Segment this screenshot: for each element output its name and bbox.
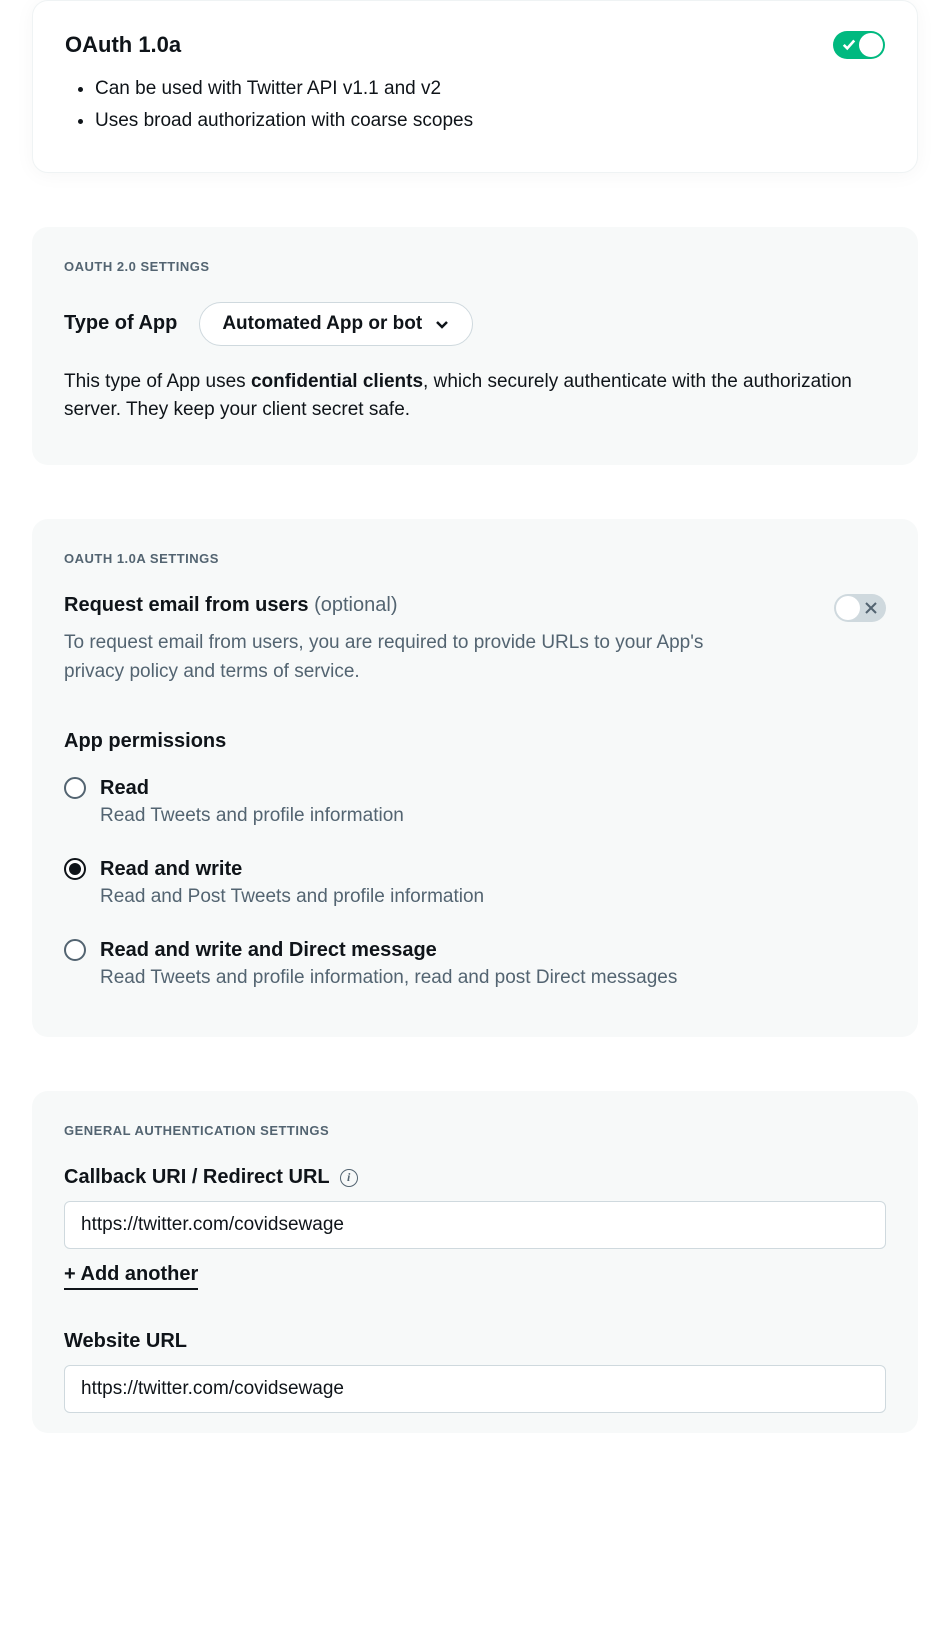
bullet-item: Uses broad authorization with coarse sco… <box>95 105 885 137</box>
type-of-app-value: Automated App or bot <box>222 313 422 335</box>
permission-sublabel: Read and Post Tweets and profile informa… <box>100 883 484 911</box>
callback-uri-label: Callback URI / Redirect URL <box>64 1166 330 1189</box>
permission-sublabel: Read Tweets and profile information <box>100 802 404 830</box>
permission-option-read[interactable]: Read Read Tweets and profile information <box>64 775 886 830</box>
request-email-title: Request email from users (optional) <box>64 594 397 616</box>
permission-option-read-write[interactable]: Read and write Read and Post Tweets and … <box>64 856 886 911</box>
type-of-app-description: This type of App uses confidential clien… <box>64 368 886 425</box>
section-label: OAUTH 2.0 SETTINGS <box>64 259 886 274</box>
x-icon <box>864 601 878 615</box>
request-email-description: To request email from users, you are req… <box>64 628 704 687</box>
type-of-app-select[interactable]: Automated App or bot <box>199 302 473 346</box>
general-auth-settings-card: GENERAL AUTHENTICATION SETTINGS Callback… <box>32 1091 918 1433</box>
check-icon <box>842 37 856 51</box>
info-icon[interactable]: i <box>340 1169 358 1187</box>
section-label: GENERAL AUTHENTICATION SETTINGS <box>64 1123 886 1138</box>
radio-icon <box>64 777 86 799</box>
app-permissions-title: App permissions <box>64 730 886 753</box>
oauth-2-0-settings-card: OAUTH 2.0 SETTINGS Type of App Automated… <box>32 227 918 465</box>
section-label: OAUTH 1.0A SETTINGS <box>64 551 886 566</box>
permission-label: Read <box>100 775 404 802</box>
chevron-down-icon <box>434 316 450 332</box>
radio-icon <box>64 939 86 961</box>
oauth-1-0a-settings-card: OAUTH 1.0A SETTINGS Request email from u… <box>32 519 918 1038</box>
radio-icon <box>64 858 86 880</box>
oauth-1-0a-bullets: Can be used with Twitter API v1.1 and v2… <box>95 73 885 138</box>
website-url-label: Website URL <box>64 1330 187 1353</box>
permission-option-read-write-dm[interactable]: Read and write and Direct message Read T… <box>64 937 886 992</box>
oauth-1-0a-toggle[interactable] <box>833 31 885 59</box>
permission-label: Read and write and Direct message <box>100 937 677 964</box>
oauth-1-0a-card: OAuth 1.0a Can be used with Twitter API … <box>32 0 918 173</box>
permission-label: Read and write <box>100 856 484 883</box>
request-email-toggle[interactable] <box>834 594 886 622</box>
callback-uri-input[interactable] <box>64 1201 886 1249</box>
add-another-button[interactable]: + Add another <box>64 1263 198 1290</box>
oauth-1-0a-title: OAuth 1.0a <box>65 32 181 58</box>
permission-sublabel: Read Tweets and profile information, rea… <box>100 964 677 992</box>
type-of-app-label: Type of App <box>64 312 177 335</box>
website-url-input[interactable] <box>64 1365 886 1413</box>
bullet-item: Can be used with Twitter API v1.1 and v2 <box>95 73 885 105</box>
